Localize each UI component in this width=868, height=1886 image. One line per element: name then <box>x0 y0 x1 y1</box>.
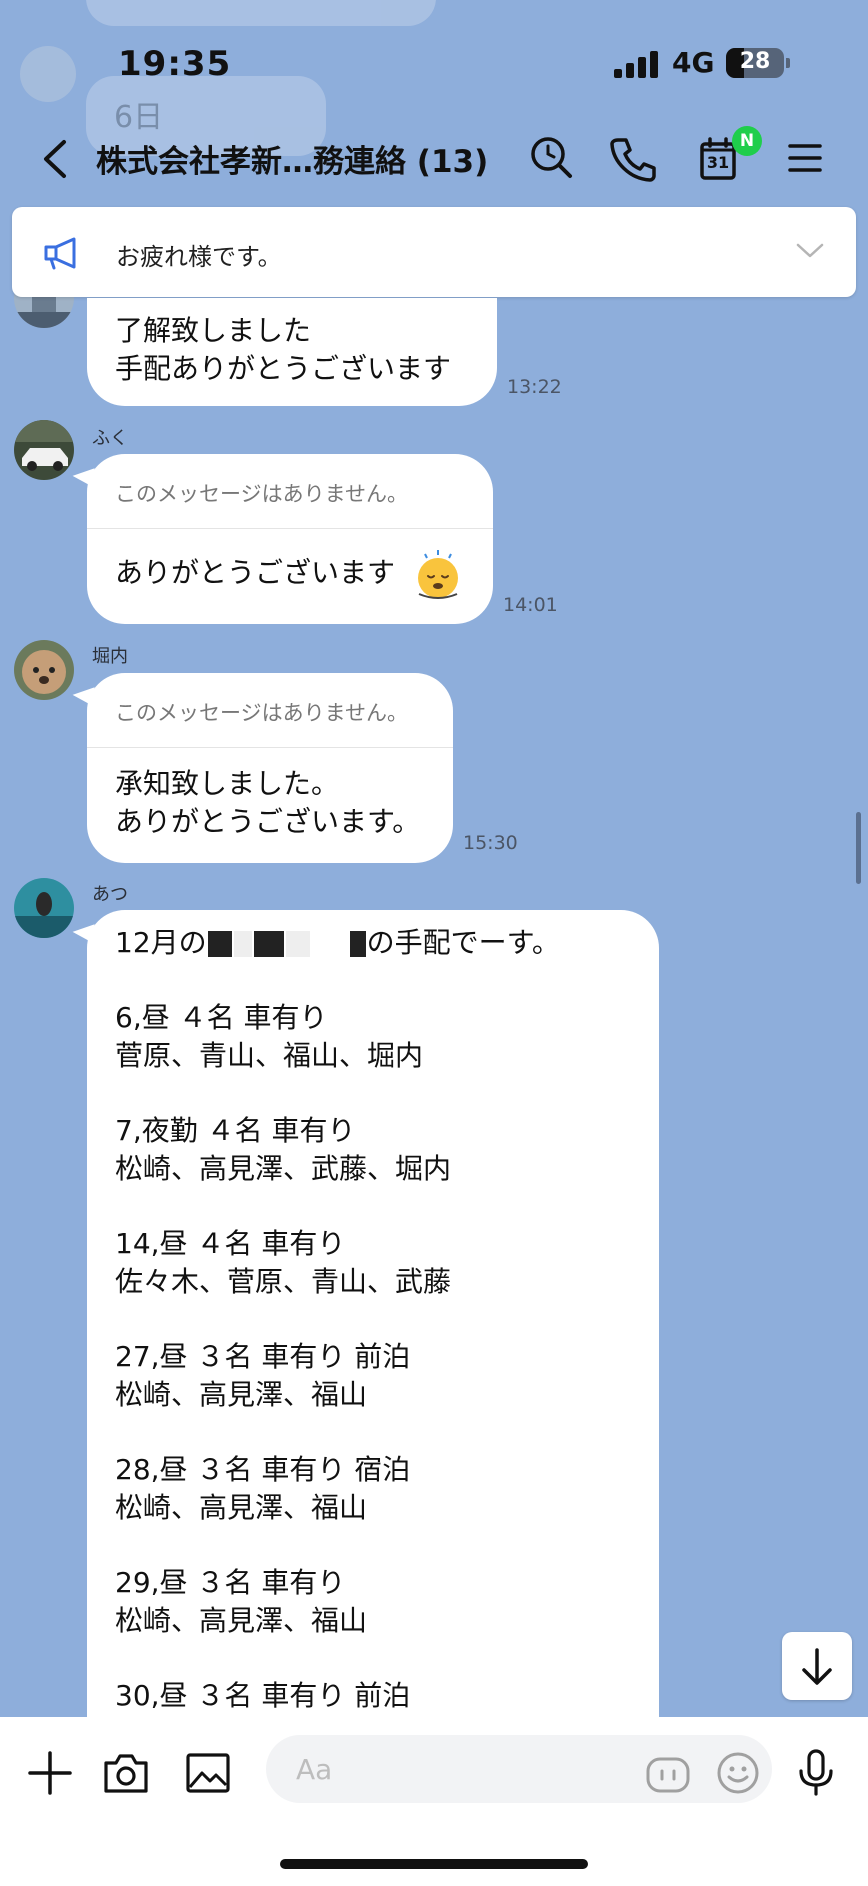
scrollbar[interactable] <box>856 812 861 884</box>
schedule-line: 松崎、高見澤、武藤、堀内 <box>115 1152 452 1185</box>
message-text: 承知致しました。 ありがとうございます。 <box>115 767 421 838</box>
search-icon <box>531 137 572 178</box>
schedule-line: 29,昼 ３名 車有り <box>115 1566 346 1599</box>
sender-name: ふく <box>92 428 128 449</box>
message-text: 12月の の手配でーす。 6,昼 ４名 車有り 菅原、青山、福山、堀内 7,夜勤 … <box>115 924 560 1715</box>
sender-name: 堀内 <box>92 646 128 667</box>
smiley-icon <box>717 1752 759 1794</box>
microphone-icon <box>799 1749 833 1796</box>
arrow-down-icon <box>802 1648 832 1685</box>
schedule-line: 30,昼 ３名 車有り 前泊 <box>115 1679 411 1712</box>
message-time: 14:01 <box>503 594 558 616</box>
message-bubble[interactable]: このメッセージはありません。 ありがとうございます <box>71 454 493 624</box>
avatar[interactable] <box>14 420 74 480</box>
avatar[interactable] <box>14 640 74 700</box>
calendar-day: 31 <box>706 153 730 172</box>
image-button[interactable] <box>182 1747 234 1799</box>
quoted-message[interactable]: このメッセージはありません。 <box>115 697 408 727</box>
message-input-bar <box>0 1717 868 1886</box>
announcement-bar[interactable]: お疲れ様です。 <box>12 207 856 297</box>
cellular-signal-icon <box>614 50 660 78</box>
back-button[interactable] <box>34 134 78 184</box>
network-type: 4G <box>672 46 715 79</box>
message-bubble[interactable]: 了解致しました 手配ありがとうございます <box>87 298 497 406</box>
calendar-button[interactable]: 31 N <box>690 126 762 186</box>
image-icon <box>186 1753 230 1793</box>
camera-button[interactable] <box>100 1747 152 1799</box>
home-indicator <box>280 1859 588 1869</box>
voice-button[interactable] <box>790 1747 842 1799</box>
message-bubble[interactable]: 12月の の手配でーす。 6,昼 ４名 車有り 菅原、青山、福山、堀内 7,夜勤 … <box>71 910 659 1750</box>
schedule-line: 松崎、高見澤、福山 <box>115 1604 368 1637</box>
message-input[interactable] <box>266 1735 772 1803</box>
schedule-line: 菅原、青山、福山、堀内 <box>115 1039 424 1072</box>
message-text: ありがとうございます <box>115 556 396 589</box>
schedule-line: 松崎、高見澤、福山 <box>115 1378 368 1411</box>
redacted-text <box>207 926 367 959</box>
schedule-line: 松崎、高見澤、福山 <box>115 1491 368 1524</box>
call-button[interactable] <box>604 130 660 186</box>
megaphone-icon <box>44 237 76 270</box>
announcement-text: お疲れ様です。 <box>116 243 282 271</box>
avatar[interactable] <box>14 878 74 938</box>
chevron-left-icon <box>44 140 66 178</box>
plus-icon <box>28 1751 72 1795</box>
schedule-line: 6,昼 ４名 車有り <box>115 1001 328 1034</box>
scroll-to-bottom-button[interactable] <box>782 1632 852 1700</box>
schedule-intro-end: の手配でーす。 <box>366 926 560 959</box>
battery-tip <box>786 58 790 68</box>
battery-icon: 28 <box>726 48 784 78</box>
sender-name: あつ <box>92 884 128 905</box>
message-time: 15:30 <box>463 832 518 854</box>
chat-bot-icon <box>646 1757 690 1793</box>
message-text: 了解致しました 手配ありがとうございます <box>115 314 452 385</box>
battery-level: 28 <box>739 49 771 74</box>
chat-title[interactable]: 株式会社孝新…務連絡 (13) <box>96 136 488 181</box>
emoji-button[interactable] <box>714 1749 766 1801</box>
chevron-down-icon[interactable] <box>796 243 824 259</box>
schedule-line: 28,昼 ３名 車有り 宿泊 <box>115 1453 411 1486</box>
menu-button[interactable] <box>776 130 832 186</box>
ai-assistant-button[interactable] <box>644 1751 696 1803</box>
hamburger-menu-icon <box>788 144 822 172</box>
relieved-face-emoji-icon <box>418 550 458 599</box>
schedule-intro-start: 12月の <box>115 926 207 959</box>
schedule-line: 7,夜勤 ４名 車有り <box>115 1114 356 1147</box>
clock-time: 19:35 <box>118 44 232 84</box>
camera-icon <box>104 1754 148 1793</box>
schedule-line: 27,昼 ３名 車有り 前泊 <box>115 1340 411 1373</box>
add-button[interactable] <box>24 1747 76 1799</box>
status-bar: 19:35 4G 28 <box>0 0 868 120</box>
phone-icon <box>610 138 656 182</box>
new-badge: N <box>732 126 762 156</box>
chat-header: 株式会社孝新…務連絡 (13) 31 N <box>0 120 868 210</box>
schedule-line: 14,昼 ４名 車有り <box>115 1227 346 1260</box>
search-button[interactable] <box>524 130 580 186</box>
schedule-line: 佐々木、菅原、青山、武藤 <box>115 1265 452 1298</box>
quoted-message[interactable]: このメッセージはありません。 <box>115 478 408 508</box>
message-bubble[interactable]: このメッセージはありません。 承知致しました。 ありがとうございます。 <box>71 673 453 863</box>
message-time: 13:22 <box>507 376 562 398</box>
